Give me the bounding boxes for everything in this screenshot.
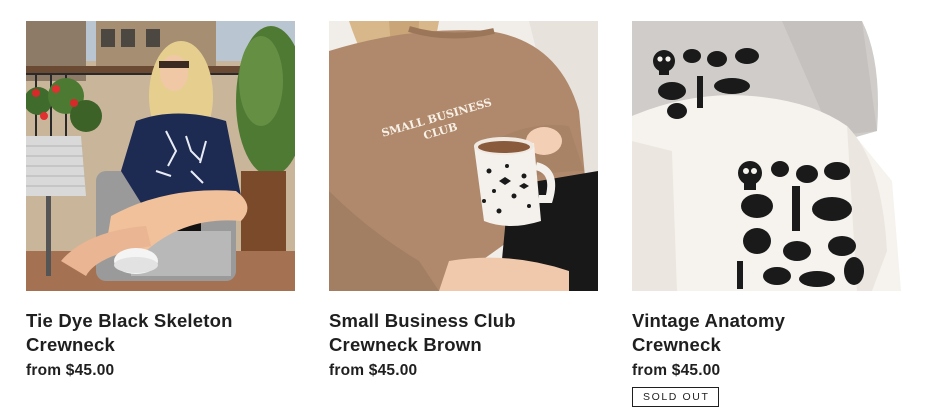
product-title[interactable]: Tie Dye Black Skeleton Crewneck xyxy=(26,309,256,357)
product-price: from $45.00 xyxy=(329,362,418,379)
sold-out-badge: SOLD OUT xyxy=(632,387,720,407)
product-image-vintage-anatomy[interactable] xyxy=(632,21,901,291)
product-price: from $45.00 xyxy=(26,362,115,379)
product-card: Tie Dye Black Skeleton Crewneck from $45… xyxy=(26,21,295,407)
product-image-tie-dye-skeleton[interactable] xyxy=(26,21,295,291)
product-card: Vintage Anatomy Crewneck from $45.00 SOL… xyxy=(632,21,901,407)
product-price: from $45.00 xyxy=(632,362,721,379)
product-image-small-business-club[interactable]: SMALL BUSINESS CLUB xyxy=(329,21,598,291)
product-title[interactable]: Vintage Anatomy Crewneck xyxy=(632,309,862,357)
product-grid: Tie Dye Black Skeleton Crewneck from $45… xyxy=(26,21,901,407)
product-title[interactable]: Small Business Club Crewneck Brown xyxy=(329,309,559,357)
product-card: SMALL BUSINESS CLUB Small Business Club … xyxy=(329,21,598,407)
